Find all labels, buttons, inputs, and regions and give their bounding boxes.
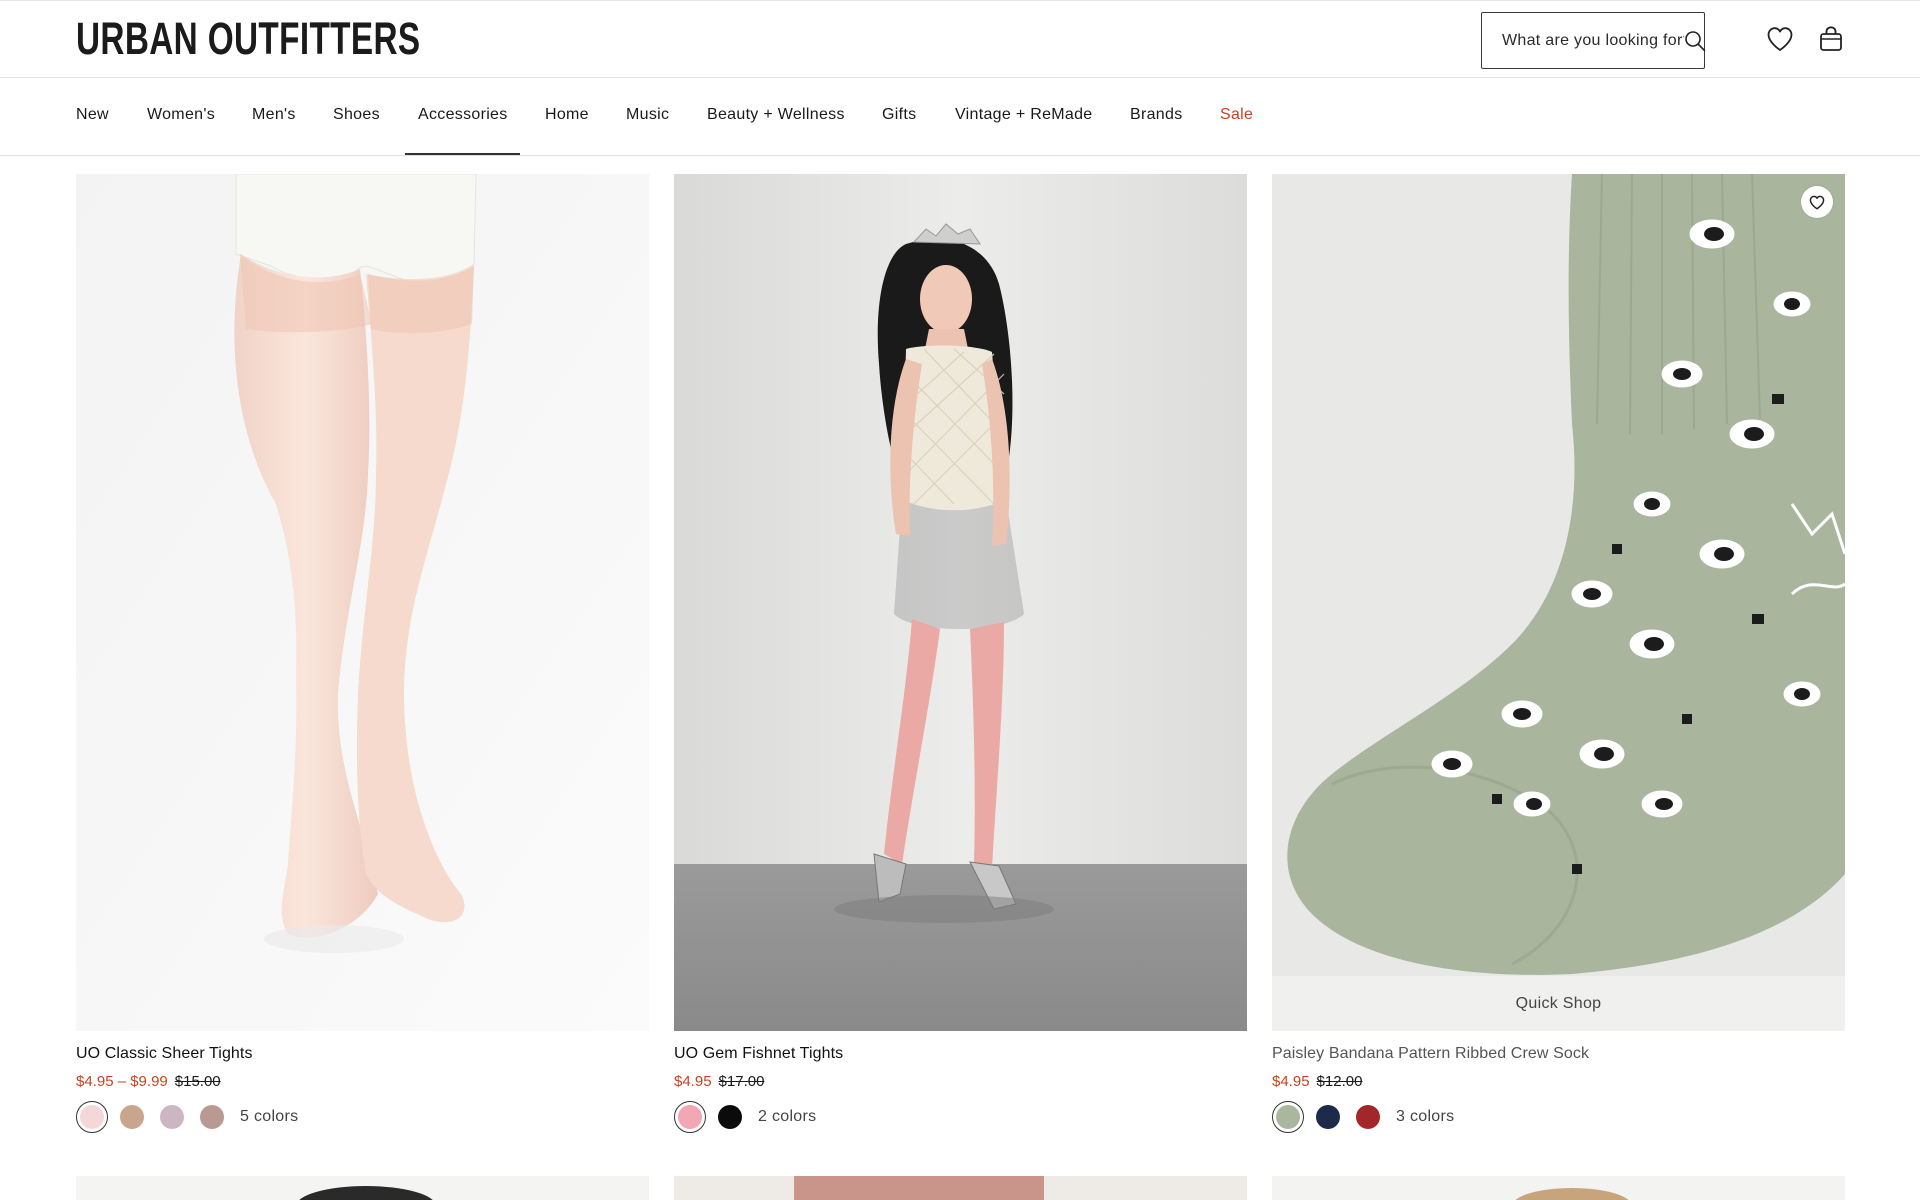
nav-item-mens[interactable]: Men's xyxy=(252,78,296,156)
site-header: URBAN OUTFITTERS xyxy=(0,0,1920,78)
product-price: $4.95 – $9.99 $15.00 xyxy=(76,1073,221,1090)
product-image[interactable] xyxy=(674,1176,1247,1200)
original-price: $15.00 xyxy=(174,1073,221,1090)
color-swatch-selected[interactable] xyxy=(1272,1101,1304,1133)
color-swatch[interactable] xyxy=(120,1105,144,1129)
product-card[interactable]: UO Classic Sheer Tights $4.95 – $9.99 $15… xyxy=(76,174,649,1133)
nav-item-brands[interactable]: Brands xyxy=(1130,78,1183,156)
color-swatch[interactable] xyxy=(200,1105,224,1129)
color-swatch[interactable] xyxy=(160,1105,184,1129)
product-image[interactable] xyxy=(76,174,649,1031)
product-image[interactable] xyxy=(674,174,1247,1031)
brand-logo[interactable]: URBAN OUTFITTERS xyxy=(76,15,420,63)
search-box[interactable] xyxy=(1481,12,1706,69)
nav-active-indicator xyxy=(405,153,520,155)
original-price: $12.00 xyxy=(1316,1073,1363,1090)
color-swatch[interactable] xyxy=(1316,1105,1340,1129)
product-image[interactable] xyxy=(1272,1176,1845,1200)
product-price: $4.95 $12.00 xyxy=(1272,1073,1362,1090)
sale-price: $4.95 xyxy=(674,1073,712,1090)
quick-shop-button[interactable]: Quick Shop xyxy=(1272,976,1845,1031)
color-swatch[interactable] xyxy=(718,1105,742,1129)
sale-price: $4.95 xyxy=(1272,1073,1310,1090)
nav-item-accessories[interactable]: Accessories xyxy=(418,78,508,156)
color-swatches: 3 colors xyxy=(1272,1100,1454,1134)
nav-item-gifts[interactable]: Gifts xyxy=(882,78,916,156)
colors-count[interactable]: 2 colors xyxy=(758,1108,816,1126)
original-price: $17.00 xyxy=(718,1073,765,1090)
product-title[interactable]: UO Classic Sheer Tights xyxy=(76,1045,253,1063)
product-price: $4.95 $17.00 xyxy=(674,1073,764,1090)
wishlist-heart-icon[interactable] xyxy=(1801,186,1833,218)
colors-count[interactable]: 3 colors xyxy=(1396,1108,1454,1126)
nav-item-new[interactable]: New xyxy=(76,78,109,156)
nav-item-vintage-remade[interactable]: Vintage + ReMade xyxy=(955,78,1093,156)
product-image[interactable] xyxy=(76,1176,649,1200)
main-nav: New Women's Men's Shoes Accessories Home… xyxy=(0,78,1920,156)
product-title[interactable]: UO Gem Fishnet Tights xyxy=(674,1045,843,1063)
colors-count[interactable]: 5 colors xyxy=(240,1108,298,1126)
nav-item-home[interactable]: Home xyxy=(545,78,589,156)
bag-icon[interactable] xyxy=(1815,23,1847,55)
sale-price: $4.95 – $9.99 xyxy=(76,1073,168,1090)
nav-item-sale[interactable]: Sale xyxy=(1220,78,1253,156)
search-input[interactable] xyxy=(1502,31,1684,50)
color-swatches: 2 colors xyxy=(674,1100,816,1134)
product-card[interactable]: Quick Shop Paisley Bandana Pattern Ribbe… xyxy=(1272,174,1845,1133)
color-swatch[interactable] xyxy=(1356,1105,1380,1129)
heart-icon[interactable] xyxy=(1764,23,1796,55)
color-swatch-selected[interactable] xyxy=(674,1101,706,1133)
nav-item-beauty-wellness[interactable]: Beauty + Wellness xyxy=(707,78,845,156)
nav-item-womens[interactable]: Women's xyxy=(147,78,215,156)
product-title[interactable]: Paisley Bandana Pattern Ribbed Crew Sock xyxy=(1272,1045,1589,1063)
nav-item-shoes[interactable]: Shoes xyxy=(333,78,380,156)
color-swatches: 5 colors xyxy=(76,1100,298,1134)
search-icon[interactable] xyxy=(1684,29,1706,53)
color-swatch-selected[interactable] xyxy=(76,1101,108,1133)
product-card[interactable]: UO Gem Fishnet Tights $4.95 $17.00 2 colo… xyxy=(674,174,1247,1133)
product-image[interactable]: Quick Shop xyxy=(1272,174,1845,1031)
nav-item-music[interactable]: Music xyxy=(626,78,669,156)
